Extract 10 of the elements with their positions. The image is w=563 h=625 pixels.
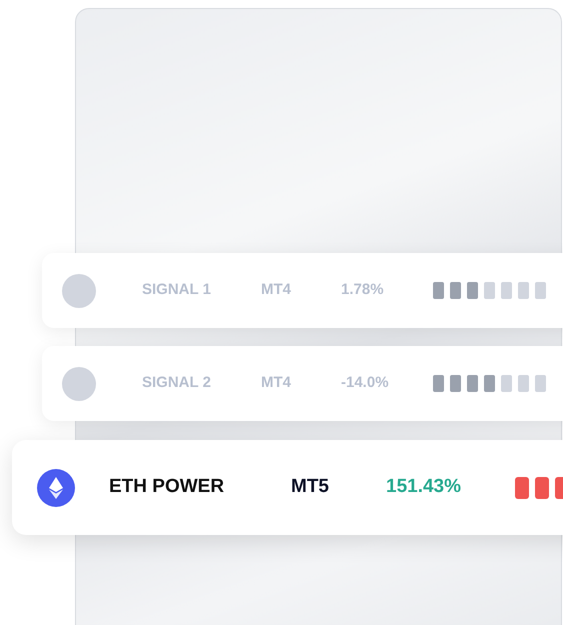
platform-label: MT5 xyxy=(291,475,330,500)
platform-label: MT4 xyxy=(261,280,292,300)
coin-icon xyxy=(37,468,75,506)
return-value: 151.43% xyxy=(386,475,462,500)
platform-label: MT4 xyxy=(261,373,292,394)
return-value: 1.78% xyxy=(341,280,385,300)
signal-name: ETH POWER xyxy=(109,475,226,500)
return-value: -14.0% xyxy=(341,373,390,394)
signal-name: SIGNAL 2 xyxy=(142,373,212,394)
signal-name: SIGNAL 1 xyxy=(142,280,212,300)
